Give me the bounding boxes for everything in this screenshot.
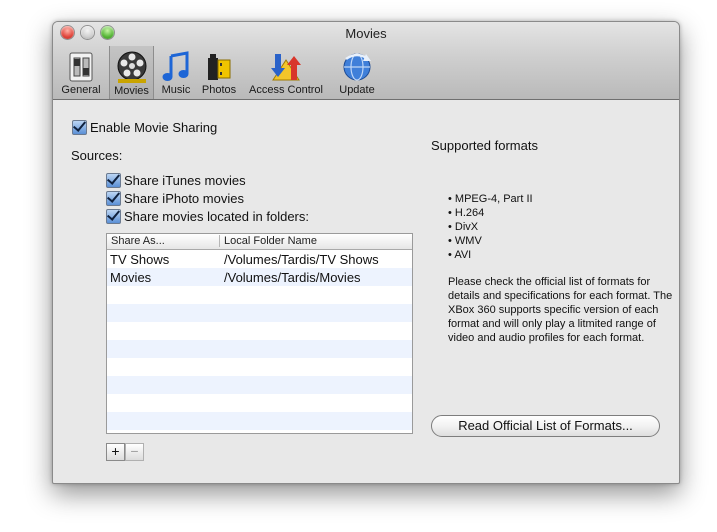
table-row[interactable]: TV Shows /Volumes/Tardis/TV Shows	[107, 250, 412, 268]
film-reel-icon	[117, 51, 146, 83]
share-as-cell: Movies	[110, 270, 152, 285]
share-folders-checkbox[interactable]	[106, 209, 121, 224]
toolbar-item-general[interactable]: General	[59, 48, 103, 98]
column-header-share-as[interactable]: Share As...	[111, 235, 165, 247]
empty-row	[107, 322, 412, 340]
folders-table[interactable]: Share As... Local Folder Name TV Shows /…	[106, 233, 413, 434]
update-globe-icon	[343, 53, 371, 81]
empty-row	[107, 376, 412, 394]
formats-list: • MPEG-4, Part II • H.264 • DivX • WMV •…	[448, 192, 533, 262]
empty-row	[107, 412, 412, 430]
movies-pane: Enable Movie Sharing Sources: Share iTun…	[53, 100, 679, 483]
share-iphoto-label: Share iPhoto movies	[124, 191, 244, 206]
toolbar-label-music: Music	[161, 84, 191, 96]
share-folders-label: Share movies located in folders:	[124, 209, 309, 224]
music-note-icon	[162, 51, 189, 81]
toolbar-label-update: Update	[339, 84, 375, 96]
list-item: • H.264	[448, 207, 485, 219]
toolbar-item-access-control[interactable]: Access Control	[245, 48, 327, 98]
title-bar: Movies General Movies Music Photos Acces…	[53, 22, 679, 100]
toolbar-item-music[interactable]: Music	[158, 48, 194, 98]
list-item: • MPEG-4, Part II	[448, 193, 533, 205]
toolbar-label-movies: Movies	[114, 85, 149, 97]
toolbar-label-access-control: Access Control	[249, 84, 323, 96]
remove-folder-button[interactable]: −	[125, 443, 144, 461]
list-item: • AVI	[448, 249, 472, 261]
film-canister-icon	[208, 54, 231, 80]
enable-movie-sharing-checkbox[interactable]	[72, 120, 87, 135]
add-folder-button[interactable]: +	[106, 443, 125, 461]
empty-row	[107, 358, 412, 376]
folder-path-cell: /Volumes/Tardis/Movies	[224, 270, 361, 285]
toolbar-label-photos: Photos	[201, 84, 237, 96]
empty-row	[107, 304, 412, 322]
share-itunes-checkbox[interactable]	[106, 173, 121, 188]
list-item: • WMV	[448, 235, 482, 247]
list-item: • DivX	[448, 221, 479, 233]
window-title: Movies	[345, 26, 387, 41]
empty-row	[107, 394, 412, 412]
toolbar-item-update[interactable]: Update	[333, 48, 381, 98]
column-header-local-folder[interactable]: Local Folder Name	[219, 235, 317, 247]
sources-label: Sources:	[71, 148, 123, 163]
read-formats-button[interactable]: Read Official List of Formats...	[431, 415, 660, 437]
formats-note: Please check the official list of format…	[448, 276, 673, 344]
share-iphoto-checkbox[interactable]	[106, 191, 121, 206]
toolbar-item-photos[interactable]: Photos	[199, 48, 239, 98]
preferences-window: Movies General Movies Music Photos Acces…	[52, 21, 680, 484]
supported-formats-heading: Supported formats	[431, 138, 538, 153]
toolbar-item-movies[interactable]: Movies	[109, 46, 154, 99]
table-header: Share As... Local Folder Name	[107, 234, 412, 250]
folder-path-cell: /Volumes/Tardis/TV Shows	[224, 252, 379, 267]
table-row[interactable]: Movies /Volumes/Tardis/Movies	[107, 268, 412, 286]
enable-movie-sharing-label: Enable Movie Sharing	[90, 120, 218, 135]
access-control-arrows-icon	[271, 54, 301, 81]
empty-row	[107, 340, 412, 358]
empty-row	[107, 286, 412, 304]
share-itunes-label: Share iTunes movies	[124, 173, 246, 188]
general-switch-icon	[69, 52, 93, 82]
toolbar-label-general: General	[61, 84, 101, 96]
share-as-cell: TV Shows	[110, 252, 170, 267]
